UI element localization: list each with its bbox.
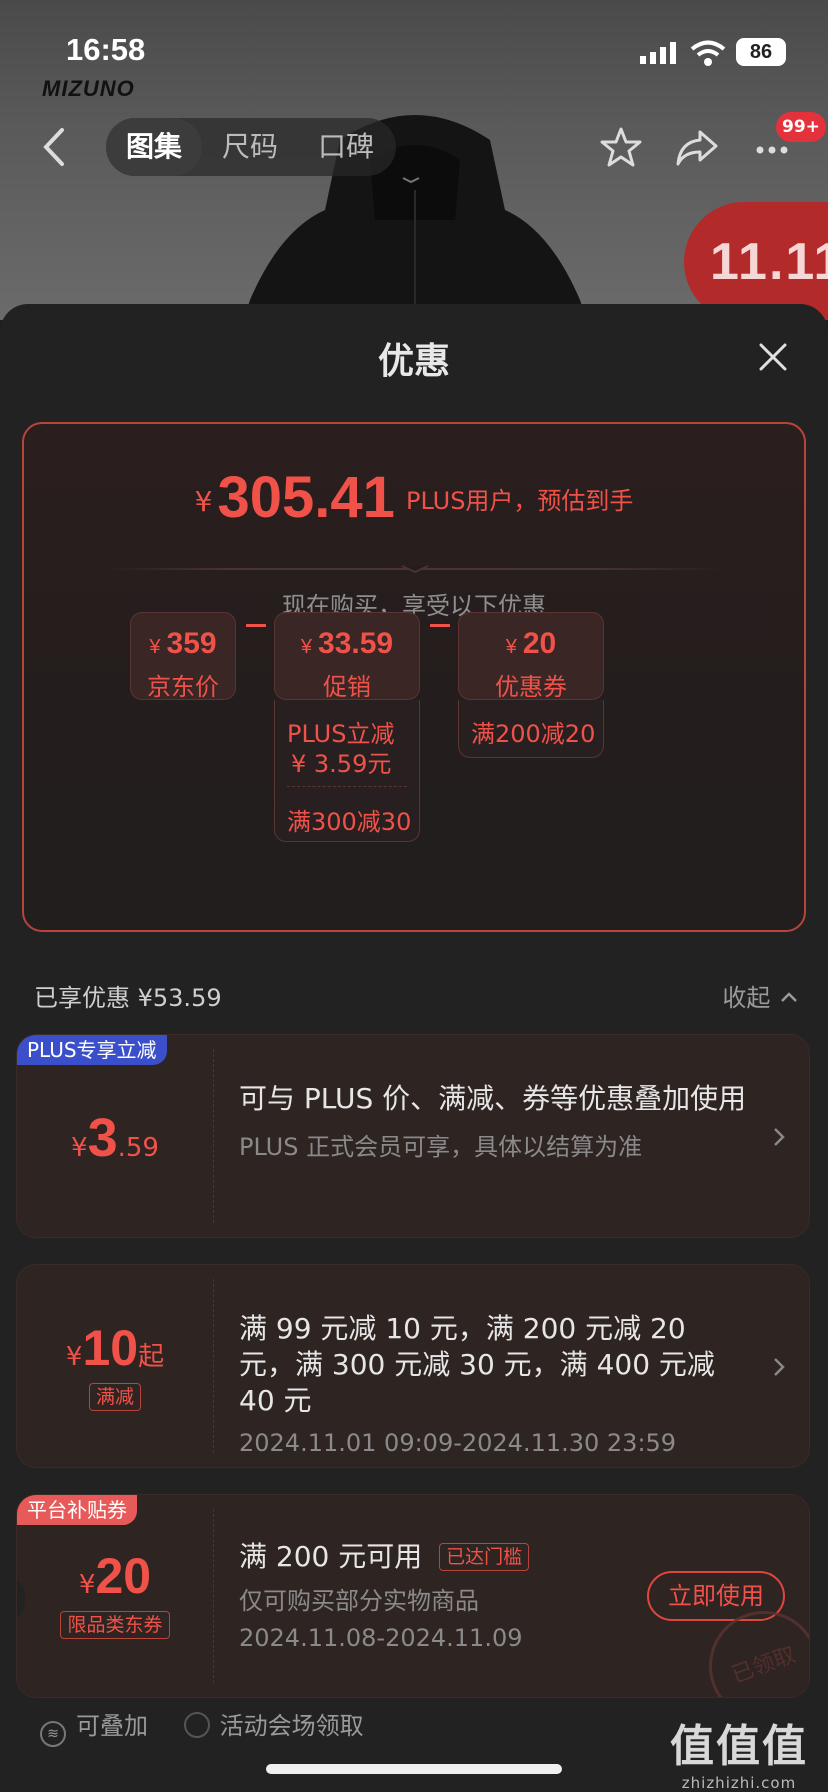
collapse-label: 收起 [722,984,771,1012]
estimated-price: ¥ 305.41 PLUS用户，预估到手 [24,464,804,531]
minus-sign [246,624,266,627]
coupon-threshold: 满 200 元可用 已达门槛 [239,1539,619,1575]
full-reduction-period: 2024.11.01 09:09-2024.11.30 23:59 [239,1429,677,1457]
minus-sign [430,624,450,627]
tab-reviews[interactable]: 口碑 [298,118,394,176]
coupon-validity: 2024.11.08-2024.11.09 [239,1624,523,1652]
price-box-promotion: ¥33.59 促销 [274,612,420,701]
amount-decimal: .59 [117,1133,159,1163]
brand-logo: MIZUNO [42,76,135,101]
status-time: 16:58 [66,32,146,67]
promotion-label: 促销 [323,673,371,701]
stackable-icon: ≋ [40,1721,66,1747]
currency-symbol: ¥ [71,1133,88,1163]
back-arrow-icon[interactable] [34,122,74,172]
discount-sheet: 优惠 ¥ 305.41 PLUS用户，预估到手 现在购买，享受以下优惠 ¥359… [0,304,828,1792]
plus-discount-card[interactable]: PLUS专享立减 ¥3.59 可与 PLUS 价、满减、券等优惠叠加使用 PLU… [16,1034,810,1238]
currency-symbol: ¥ [149,636,161,658]
chevron-up-icon [781,992,797,1002]
chevron-right-icon [774,1358,785,1376]
battery-indicator: 86 [736,38,786,66]
message-count-badge: 99+ [776,112,826,142]
watermark-url: zhizhizhi.com [681,1774,797,1792]
plus-discount-desc: PLUS 正式会员可享，具体以结算为准 [239,1133,643,1161]
site-watermark: 值值值 zhizhizhi.com [664,1710,814,1792]
promo-1111-badge[interactable]: 11.11 [684,202,828,320]
plus-discount-title: 可与 PLUS 价、满减、券等优惠叠加使用 [239,1082,747,1115]
threshold-reached-tag: 已达门槛 [439,1543,530,1571]
coupon-source-label: 活动会场领取 [219,1712,364,1740]
full-reduction-rules: 满 99 元减 10 元，满 200 元减 20 元，满 300 元减 30 元… [239,1312,715,1417]
coupon-scope: 仅可购买部分实物商品 [239,1587,479,1615]
full-reduction-info: 满 99 元减 10 元，满 200 元减 20 元，满 300 元减 30 元… [239,1311,749,1457]
full-reduction-text: 满300减30 [287,808,412,836]
price-summary-box: ¥ 305.41 PLUS用户，预估到手 现在购买，享受以下优惠 ¥359 京东… [22,422,806,932]
product-nav-bar: 图集 尺码 口碑 99+ [0,112,828,180]
stackable-label: 可叠加 [76,1712,148,1740]
close-icon[interactable] [756,340,790,374]
coupon-footer: ≋ 可叠加 活动会场领取 [40,1706,364,1747]
status-bar: 16:58 MIZUNO 86 [0,0,828,101]
currency-symbol: ¥ [194,485,213,518]
currency-symbol: ¥ [78,1570,96,1600]
currency-symbol: ¥ [65,1342,83,1372]
jd-price-label: 京东价 [147,673,219,701]
collapse-button[interactable]: 收起 [722,978,798,1013]
share-icon[interactable] [674,124,720,170]
wifi-icon [690,40,726,66]
amount-suffix: 起 [138,1342,165,1372]
amount-integer: 3 [87,1108,118,1168]
card-divider [213,1049,214,1223]
estimated-price-value: 305.41 [217,465,395,530]
platform-coupon-amount: ¥20 限品类东券 [17,1495,213,1697]
card-divider [213,1509,214,1683]
plus-discount-amount: ¥ 3.59元 [291,750,392,778]
full-reduction-card[interactable]: ¥10起 满减 满 99 元减 10 元，满 200 元减 20 元，满 300… [16,1264,810,1468]
watermark-logo: 值值值 [670,1721,808,1772]
card-divider [213,1279,214,1453]
source-icon [183,1712,210,1738]
full-reduction-type-tag: 满减 [88,1383,141,1411]
tab-size[interactable]: 尺码 [202,118,298,176]
coupon-rule-text: 满200减20 [471,720,596,748]
plus-discount-info: 可与 PLUS 价、满减、券等优惠叠加使用 PLUS 正式会员可享，具体以结算为… [239,1081,749,1162]
promotion-value: 33.59 [318,627,394,660]
currency-symbol: ¥ [300,636,313,658]
coupon-threshold-text: 满 200 元可用 [239,1540,423,1573]
star-favorite-icon[interactable] [598,124,644,170]
cellular-signal-icon [640,42,676,64]
promotion-details: PLUS立减 ¥ 3.59元 满300减30 [274,700,420,842]
platform-coupon-card[interactable]: 平台补贴券 ¥20 限品类东券 满 200 元可用 已达门槛 仅可购买部分实物商… [16,1494,810,1698]
tab-gallery[interactable]: 图集 [106,118,202,176]
dashed-divider [287,786,407,787]
amount-integer: 10 [82,1320,139,1376]
coupon-value: 20 [522,627,557,660]
coupon-details: 满200减20 [458,700,604,758]
caret-down-icon [401,565,429,574]
jd-price-value: 359 [166,627,217,660]
tab-switcher: 图集 尺码 口碑 [106,118,396,176]
price-box-coupon: ¥20 优惠券 [458,612,604,701]
enjoyed-discount-total: 已享优惠 ¥53.59 [34,984,222,1012]
home-indicator[interactable] [266,1764,562,1774]
chevron-right-icon [774,1128,785,1146]
plus-discount-amount: ¥3.59 [17,1035,213,1237]
price-box-jd: ¥359 京东价 [130,612,236,701]
estimated-price-label: PLUS用户，预估到手 [405,487,634,515]
coupon-label: 优惠券 [495,673,567,701]
currency-symbol: ¥ [505,636,517,658]
coupon-category-tag: 限品类东券 [60,1611,170,1639]
full-reduction-amount: ¥10起 满减 [17,1265,213,1467]
platform-coupon-info: 满 200 元可用 已达门槛 仅可购买部分实物商品 2024.11.08-202… [239,1539,619,1652]
sheet-title: 优惠 [377,341,450,382]
amount-integer: 20 [95,1548,152,1604]
